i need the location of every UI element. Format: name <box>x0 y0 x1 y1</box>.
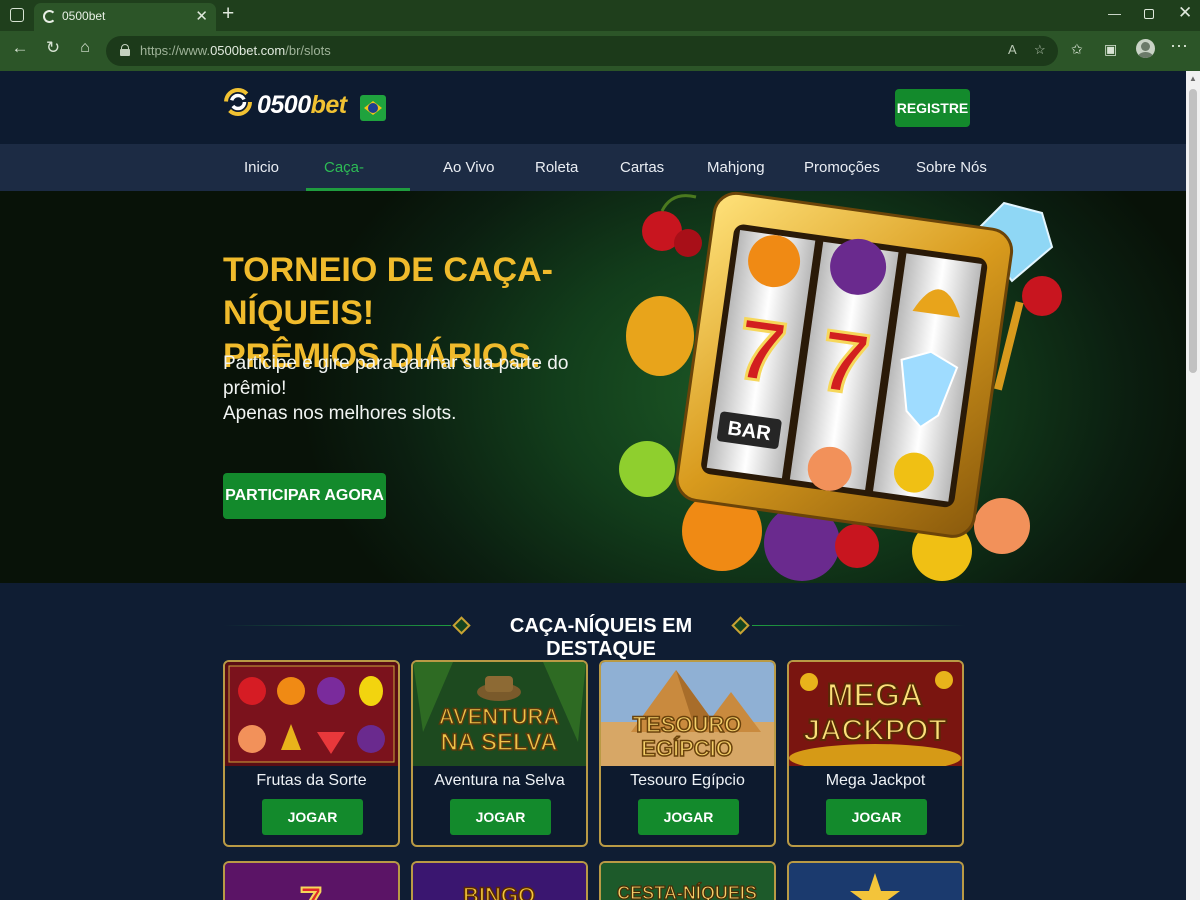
main-navigation: Inicio Caça-níqueis Ao Vivo Roleta Carta… <box>0 144 1186 223</box>
nav-item-mahjong[interactable]: Mahjong <box>689 144 783 191</box>
register-button[interactable]: REGISTRE <box>895 89 970 127</box>
section-divider-left <box>223 625 451 626</box>
hero-subtitle-line-2: Apenas nos melhores slots. <box>223 403 457 424</box>
address-bar[interactable]: https://www.0500bet.com/br/slots A ☆ <box>106 36 1058 66</box>
nav-item-caca-niqueis[interactable]: Caça-níqueis <box>306 144 410 223</box>
game-title: Frutas da Sorte <box>256 772 367 789</box>
row2-art-text: BINGO <box>463 883 535 900</box>
window-minimize-button[interactable]: — <box>1108 6 1121 21</box>
game-title: Mega Jackpot <box>825 772 926 789</box>
basket-game-thumbnail: CESTA-NÍQUEIS <box>601 863 774 900</box>
bell-icon <box>626 296 694 376</box>
url-text: https://www.0500bet.com/br/slots <box>140 43 331 58</box>
jackpot-art-text-2: JACKPOT <box>803 714 946 747</box>
play-now-button[interactable]: JOGAR AGORA <box>638 799 739 835</box>
home-icon[interactable]: ⌂ <box>73 39 97 57</box>
game-card-mega-jackpot[interactable]: MEGA JACKPOT Mega Jackpot JOGAR AGORA <box>787 660 964 847</box>
browser-toolbar: ← ↻ ⌂ https://www.0500bet.com/br/slots A… <box>0 31 1200 71</box>
window-restore-button[interactable] <box>1144 9 1154 19</box>
play-now-button[interactable]: JOGAR AGORA <box>826 799 927 835</box>
jungle-game-thumbnail[interactable]: AVENTURA NA SELVA <box>413 662 586 766</box>
egypt-game-thumbnail[interactable]: TESOURO EGÍPCIO <box>601 662 774 766</box>
game-card-row2-2[interactable]: BINGO <box>411 861 588 900</box>
back-icon[interactable]: ← <box>8 38 32 58</box>
page-scrollbar[interactable]: ▲ <box>1186 71 1200 900</box>
scroll-up-icon[interactable]: ▲ <box>1189 74 1197 83</box>
sevens-game-thumbnail: 7 <box>225 863 398 900</box>
lever-ball-icon <box>1022 276 1062 316</box>
lime-icon <box>619 441 675 497</box>
row2-art-text: CESTA-NÍQUEIS <box>617 882 757 900</box>
fruits-game-thumbnail[interactable] <box>225 662 398 766</box>
more-icon[interactable]: ⋯ <box>1170 36 1189 57</box>
scroll-thumb[interactable] <box>1189 89 1197 373</box>
favorite-add-icon[interactable]: ☆ <box>1034 42 1046 58</box>
tab-actions-icon[interactable] <box>10 8 24 22</box>
egypt-art-text-1: TESOURO <box>633 712 742 737</box>
section-title: CAÇA-NÍQUEIS EM DESTAQUE <box>509 615 693 660</box>
site-header: 0500bet REGISTRE <box>0 71 1186 144</box>
logo-swirl-icon[interactable] <box>223 87 253 117</box>
hero-banner: TORNEIO DE CAÇA-NÍQUEIS! PRÊMIOS DIÁRIOS… <box>0 191 1186 583</box>
join-now-button[interactable]: PARTICIPAR AGORA <box>223 473 386 519</box>
tab-close-icon[interactable]: ✕ <box>195 7 208 25</box>
game-card-aventura-na-selva[interactable]: AVENTURA NA SELVA Aventura na Selva JOGA… <box>411 660 588 847</box>
game-card-frutas-da-sorte[interactable]: Frutas da Sorte JOGAR AGORA <box>223 660 400 847</box>
tab-favicon-icon <box>43 10 56 23</box>
play-now-button[interactable]: JOGAR AGORA <box>262 799 363 835</box>
profile-icon[interactable] <box>1136 39 1155 58</box>
game-card-row2-3[interactable]: CESTA-NÍQUEIS <box>599 861 776 900</box>
bingo-game-thumbnail: BINGO <box>413 863 586 900</box>
nav-item-promocoes[interactable]: Promoções <box>786 144 898 191</box>
brazil-flag-icon[interactable] <box>360 95 386 121</box>
browser-titlebar: 0500bet ✕ + — ✕ <box>0 0 1200 31</box>
game-card-row2-1[interactable]: 7 <box>223 861 400 900</box>
play-now-button[interactable]: JOGAR AGORA <box>450 799 551 835</box>
section-diamond-icon <box>452 616 471 635</box>
game-title: Aventura na Selva <box>434 772 565 789</box>
egypt-art-text-2: EGÍPCIO <box>641 736 733 761</box>
site-logo[interactable]: 0500bet <box>257 91 347 120</box>
new-tab-button[interactable]: + <box>222 2 234 26</box>
hero-subtitle-line-1: Participe e gire para ganhar sua parte d… <box>223 353 569 399</box>
featured-slots-section: CAÇA-NÍQUEIS EM DESTAQUE Frutas da Sorte… <box>0 583 1186 900</box>
jungle-art-text-2: NA SELVA <box>441 729 558 756</box>
favorites-icon[interactable]: ✩ <box>1071 41 1083 58</box>
section-divider-right <box>752 625 966 626</box>
hero-subtitle: Participe e gire para ganhar sua parte d… <box>223 351 623 426</box>
nav-item-ao-vivo[interactable]: Ao Vivo <box>425 144 512 191</box>
jackpot-art-text-1: MEGA <box>827 677 923 713</box>
section-diamond-icon <box>731 616 750 635</box>
nav-item-inicio[interactable]: Inicio <box>226 144 297 191</box>
row2-art-text: 7 <box>300 880 322 900</box>
browser-tab[interactable]: 0500bet ✕ <box>34 3 216 31</box>
page-content: 0500bet REGISTRE Inicio Caça-níqueis Ao … <box>0 71 1186 900</box>
nav-item-cartas[interactable]: Cartas <box>602 144 682 191</box>
jackpot-game-thumbnail[interactable]: MEGA JACKPOT <box>789 662 962 766</box>
tab-title: 0500bet <box>62 9 106 23</box>
game-title: Tesouro Egípcio <box>630 772 745 789</box>
refresh-icon[interactable]: ↻ <box>41 38 65 58</box>
collections-icon[interactable]: ▣ <box>1104 41 1117 58</box>
game-card-tesouro-egipcio[interactable]: TESOURO EGÍPCIO Tesouro Egípcio JOGAR AG… <box>599 660 776 847</box>
hero-title-line-1: TORNEIO DE CAÇA-NÍQUEIS! <box>223 251 553 332</box>
lock-icon[interactable] <box>120 44 130 56</box>
game-card-row2-4[interactable] <box>787 861 964 900</box>
window-close-button[interactable]: ✕ <box>1178 3 1192 23</box>
jungle-art-text-1: AVENTURA <box>439 704 560 729</box>
nav-item-roleta[interactable]: Roleta <box>517 144 596 191</box>
star-game-thumbnail <box>789 863 962 900</box>
nav-item-sobre-nos[interactable]: Sobre Nós <box>898 144 1005 191</box>
slot-machine-illustration: 7 7 BAR <box>619 191 1062 581</box>
read-aloud-icon[interactable]: A <box>1008 42 1017 57</box>
